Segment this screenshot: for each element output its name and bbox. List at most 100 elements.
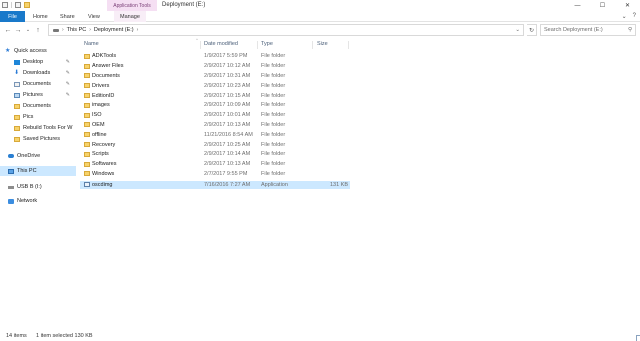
file-name: ADKTools xyxy=(92,53,117,60)
nav-item-pics[interactable]: Pics xyxy=(0,112,76,122)
large-icons-view-button[interactable] xyxy=(636,335,640,341)
breadcrumb-chevron-icon[interactable]: › xyxy=(89,27,91,33)
file-row[interactable]: Windows 2/7/2017 9:55 PM File folder xyxy=(80,170,350,179)
file-type: File folder xyxy=(261,121,286,128)
folder-icon xyxy=(84,132,90,138)
file-row[interactable]: OEM 2/9/2017 10:13 AM File folder xyxy=(80,121,350,130)
help-icon[interactable]: ? xyxy=(633,13,636,20)
file-row[interactable]: ADKTools 1/9/2017 5:59 PM File folder xyxy=(80,52,350,61)
file-row[interactable]: Scripts 2/9/2017 10:14 AM File folder xyxy=(80,150,350,159)
file-name: Softwares xyxy=(92,161,117,168)
column-divider[interactable] xyxy=(312,41,313,49)
file-date: 2/9/2017 10:12 AM xyxy=(204,63,251,70)
file-row[interactable]: Softwares 2/9/2017 10:13 AM File folder xyxy=(80,160,350,169)
file-type: File folder xyxy=(261,141,286,148)
computer-icon xyxy=(8,168,14,174)
file-date: 2/9/2017 10:25 AM xyxy=(204,141,251,148)
download-icon: ⬇ xyxy=(14,70,20,76)
file-row[interactable]: Documents 2/9/2017 10:31 AM File folder xyxy=(80,72,350,81)
file-row[interactable]: Recovery 2/9/2017 10:25 AM File folder xyxy=(80,140,350,149)
file-row[interactable]: ISO 2/9/2017 10:01 AM File folder xyxy=(80,111,350,120)
address-dropdown-icon[interactable]: ⌄ xyxy=(515,27,520,33)
column-divider[interactable] xyxy=(257,41,258,49)
column-header-name[interactable]: Name xyxy=(84,41,99,47)
expand-ribbon-icon[interactable]: ⌄ xyxy=(622,13,627,20)
file-row[interactable]: Answer Files 2/9/2017 10:12 AM File fold… xyxy=(80,62,350,71)
recent-locations-button[interactable]: ⌄ xyxy=(24,25,32,35)
file-row[interactable]: EditionID 2/9/2017 10:15 AM File folder xyxy=(80,91,350,100)
pin-icon: ✎ xyxy=(65,70,70,76)
nav-quick-access[interactable]: ★ Quick access xyxy=(0,46,76,56)
nav-label: Desktop xyxy=(23,59,44,65)
column-header-size[interactable]: Size xyxy=(317,41,328,47)
nav-label: Network xyxy=(17,198,38,204)
documents-icon xyxy=(14,81,20,87)
selection-info: 1 item selected 130 KB xyxy=(36,333,93,339)
file-type: File folder xyxy=(261,92,286,99)
search-input[interactable]: Search Deployment (E:) ⚲ xyxy=(540,24,636,36)
file-name: Answer Files xyxy=(92,63,124,70)
nav-label: Pics xyxy=(23,114,34,120)
ribbon-controls: ⌄ ? xyxy=(622,13,636,20)
file-type: File folder xyxy=(261,131,286,138)
file-date: 11/21/2016 8:54 AM xyxy=(204,131,253,138)
nav-item-downloads[interactable]: ⬇ Downloads ✎ xyxy=(0,68,76,78)
star-icon: ★ xyxy=(5,48,11,54)
file-row[interactable]: Drivers 2/9/2017 10:23 AM File folder xyxy=(80,81,350,90)
maximize-button[interactable]: ☐ xyxy=(590,0,615,11)
nav-item-rebuild-tools[interactable]: Rebuild Tools For W xyxy=(0,123,76,133)
file-row[interactable]: images 2/9/2017 10:09 AM File folder xyxy=(80,101,350,110)
minimize-button[interactable]: — xyxy=(565,0,590,11)
refresh-button[interactable]: ↻ xyxy=(527,24,537,36)
back-button[interactable]: ← xyxy=(4,25,12,35)
folder-icon xyxy=(84,142,90,148)
address-bar[interactable]: › This PC › Deployment (E:) › ⌄ xyxy=(48,24,524,36)
forward-button[interactable]: → xyxy=(14,25,22,35)
nav-item-saved-pictures[interactable]: Saved Pictures xyxy=(0,134,76,144)
folder-icon xyxy=(84,161,90,167)
folder-icon xyxy=(14,103,20,109)
file-row[interactable]: offline 11/21/2016 8:54 AM File folder xyxy=(80,130,350,139)
tab-share[interactable]: Share xyxy=(60,11,75,22)
pin-icon: ✎ xyxy=(65,59,70,65)
column-headers: ^ Name Date modified Type Size xyxy=(80,37,640,50)
nav-item-desktop[interactable]: Desktop ✎ xyxy=(0,57,76,67)
nav-item-pictures[interactable]: Pictures ✎ xyxy=(0,90,76,100)
file-date: 2/9/2017 10:31 AM xyxy=(204,72,251,79)
close-button[interactable]: ✕ xyxy=(615,0,640,11)
file-type: File folder xyxy=(261,161,286,168)
up-button[interactable]: ↑ xyxy=(34,25,42,35)
tab-view[interactable]: View xyxy=(88,11,100,22)
app-icon[interactable] xyxy=(2,2,8,8)
nav-item-documents-folder[interactable]: Documents xyxy=(0,101,76,111)
nav-item-onedrive[interactable]: OneDrive xyxy=(0,151,76,161)
breadcrumb-deployment[interactable]: Deployment (E:) xyxy=(94,27,134,33)
file-row-selected[interactable]: oscdimg 7/16/2016 7:27 AM Application 13… xyxy=(80,180,350,190)
file-type: File folder xyxy=(261,151,286,158)
nav-item-network[interactable]: Network xyxy=(0,196,76,206)
tab-manage[interactable]: Manage xyxy=(114,11,146,22)
file-name: ISO xyxy=(92,112,102,119)
breadcrumb-chevron-icon[interactable]: › xyxy=(62,27,64,33)
search-icon: ⚲ xyxy=(627,27,632,33)
column-divider[interactable] xyxy=(200,41,201,49)
tab-file[interactable]: File xyxy=(0,11,25,22)
folder-icon xyxy=(84,102,90,108)
file-type: File folder xyxy=(261,112,286,119)
file-name: Windows xyxy=(92,170,115,177)
folder-icon xyxy=(14,114,20,120)
new-folder-icon[interactable] xyxy=(24,2,30,8)
column-header-type[interactable]: Type xyxy=(261,41,273,47)
column-header-date[interactable]: Date modified xyxy=(204,41,238,47)
file-name: oscdimg xyxy=(92,181,113,188)
nav-label: USB B (I:) xyxy=(17,184,42,190)
properties-icon[interactable] xyxy=(15,2,21,8)
nav-item-documents[interactable]: Documents ✎ xyxy=(0,79,76,89)
breadcrumb-chevron-icon[interactable]: › xyxy=(137,27,139,33)
column-divider[interactable] xyxy=(348,41,349,49)
breadcrumb-this-pc[interactable]: This PC xyxy=(67,27,87,33)
nav-item-usb[interactable]: USB B (I:) xyxy=(0,182,76,192)
nav-item-this-pc[interactable]: This PC xyxy=(0,166,76,176)
tab-home[interactable]: Home xyxy=(33,11,48,22)
pictures-icon xyxy=(14,92,20,98)
